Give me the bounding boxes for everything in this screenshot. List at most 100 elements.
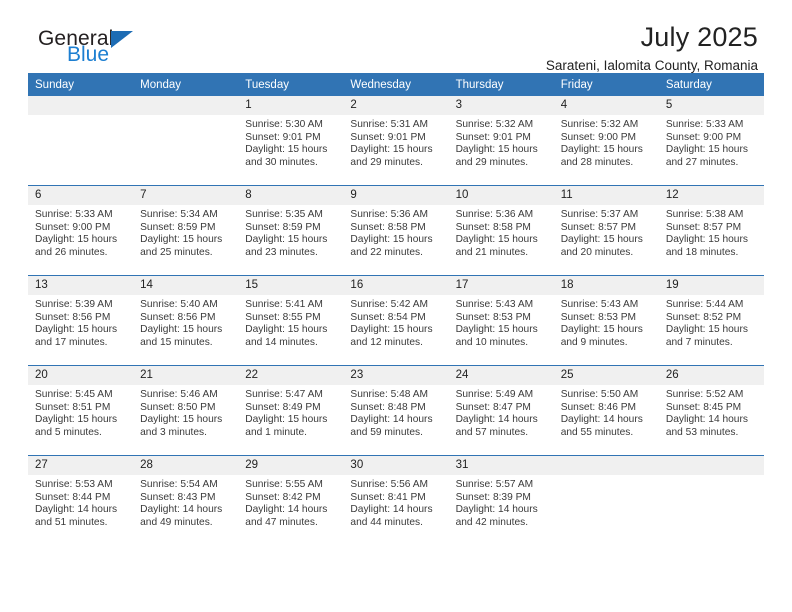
calendar-day-cell[interactable]: 12 Sunrise: 5:38 AM Sunset: 8:57 PM Dayligh… — [658, 186, 764, 276]
daylight-text-line2: and 42 minutes. — [455, 516, 529, 528]
daylight-text-line2: and 53 minutes. — [665, 426, 739, 438]
calendar-day-cell[interactable]: 15 Sunrise: 5:41 AM Sunset: 8:55 PM Dayligh… — [238, 276, 344, 366]
day-number: 30 — [343, 456, 449, 475]
day-number: 1 — [238, 96, 344, 115]
daylight-text-line2: and 1 minute. — [245, 426, 308, 438]
sunrise-text: Sunrise: 5:54 AM — [140, 479, 218, 490]
calendar-day-cell[interactable]: 2 Sunrise: 5:31 AM Sunset: 9:01 PM Daylight… — [343, 96, 449, 186]
calendar-day-cell[interactable]: 22 Sunrise: 5:47 AM Sunset: 8:49 PM Dayligh… — [238, 366, 344, 456]
weekday-header-tuesday: Tuesday — [238, 73, 344, 96]
daylight-text-line1: Daylight: 15 hours — [665, 144, 748, 156]
calendar-day-cell[interactable]: 6 Sunrise: 5:33 AM Sunset: 9:00 PM Daylight… — [28, 186, 134, 276]
calendar-header-row: Sunday Monday Tuesday Wednesday Thursday… — [28, 73, 764, 96]
day-sun-info: Sunrise: 5:50 AM Sunset: 8:46 PM Daylight:… — [554, 385, 659, 439]
daylight-text-line1: Daylight: 14 hours — [455, 414, 538, 426]
daylight-text-line2: and 9 minutes. — [560, 336, 628, 348]
day-cell-content: 9 Sunrise: 5:36 AM Sunset: 8:58 PM Daylight… — [343, 186, 449, 275]
sunrise-text: Sunrise: 5:43 AM — [560, 299, 639, 310]
calendar-day-cell[interactable]: 3 Sunrise: 5:32 AM Sunset: 9:01 PM Daylight… — [448, 96, 554, 186]
day-sun-info: Sunrise: 5:46 AM Sunset: 8:50 PM Daylight:… — [133, 385, 238, 439]
daylight-text-line2: and 59 minutes. — [350, 426, 423, 438]
daylight-text-line2: and 15 minutes. — [140, 336, 213, 348]
sunrise-text: Sunrise: 5:38 AM — [665, 209, 744, 220]
calendar-day-cell[interactable]: 20 Sunrise: 5:45 AM Sunset: 8:51 PM Dayligh… — [28, 366, 134, 456]
sunrise-text: Sunrise: 5:32 AM — [560, 119, 639, 130]
calendar-day-cell[interactable]: 21 Sunrise: 5:46 AM Sunset: 8:50 PM Dayligh… — [133, 366, 239, 456]
calendar-day-cell[interactable]: 27 Sunrise: 5:53 AM Sunset: 8:44 PM Dayligh… — [28, 456, 134, 546]
calendar-day-cell[interactable]: 31 Sunrise: 5:57 AM Sunset: 8:39 PM Dayligh… — [448, 456, 554, 546]
day-sun-info: Sunrise: 5:36 AM Sunset: 8:58 PM Daylight:… — [343, 205, 448, 259]
day-number: 8 — [238, 186, 344, 205]
sunrise-text: Sunrise: 5:50 AM — [560, 389, 639, 400]
calendar-day-cell[interactable]: 17 Sunrise: 5:43 AM Sunset: 8:53 PM Dayligh… — [448, 276, 554, 366]
calendar-day-cell[interactable]: 11 Sunrise: 5:37 AM Sunset: 8:57 PM Dayligh… — [553, 186, 659, 276]
day-cell-content: 12 Sunrise: 5:38 AM Sunset: 8:57 PM Dayligh… — [658, 186, 764, 275]
day-number: 2 — [343, 96, 449, 115]
calendar-day-cell[interactable]: 16 Sunrise: 5:42 AM Sunset: 8:54 PM Dayligh… — [343, 276, 449, 366]
daylight-text-line1: Daylight: 14 hours — [350, 414, 433, 426]
daylight-text-line1: Daylight: 15 hours — [560, 144, 643, 156]
day-sun-info: Sunrise: 5:37 AM Sunset: 8:57 PM Daylight:… — [554, 205, 659, 259]
day-cell-content: 15 Sunrise: 5:41 AM Sunset: 8:55 PM Dayligh… — [238, 276, 344, 365]
sunset-text: Sunset: 8:48 PM — [350, 401, 426, 413]
calendar-day-cell[interactable]: 7 Sunrise: 5:34 AM Sunset: 8:59 PM Daylight… — [133, 186, 239, 276]
calendar-day-cell[interactable]: 1 Sunrise: 5:30 AM Sunset: 9:01 PM Daylight… — [238, 96, 344, 186]
day-cell-content — [28, 96, 134, 185]
day-cell-content: 2 Sunrise: 5:31 AM Sunset: 9:01 PM Daylight… — [343, 96, 449, 185]
sunset-text: Sunset: 8:57 PM — [665, 221, 742, 233]
calendar-day-cell[interactable]: 18 Sunrise: 5:43 AM Sunset: 8:53 PM Dayligh… — [553, 276, 659, 366]
day-sun-info: Sunrise: 5:43 AM Sunset: 8:53 PM Daylight:… — [449, 295, 554, 349]
calendar-day-cell[interactable]: 19 Sunrise: 5:44 AM Sunset: 8:52 PM Dayligh… — [658, 276, 764, 366]
calendar-day-cell[interactable]: 13 Sunrise: 5:39 AM Sunset: 8:56 PM Dayligh… — [28, 276, 134, 366]
sunset-text: Sunset: 8:49 PM — [245, 401, 321, 413]
sunrise-text: Sunrise: 5:53 AM — [35, 479, 113, 490]
calendar-day-cell[interactable]: 24 Sunrise: 5:49 AM Sunset: 8:47 PM Dayligh… — [448, 366, 554, 456]
day-cell-content: 30 Sunrise: 5:56 AM Sunset: 8:41 PM Dayligh… — [343, 456, 449, 545]
day-number — [658, 456, 764, 475]
daylight-text-line1: Daylight: 14 hours — [35, 504, 118, 516]
calendar-day-cell[interactable]: 10 Sunrise: 5:36 AM Sunset: 8:58 PM Dayligh… — [448, 186, 554, 276]
calendar-day-cell[interactable] — [658, 456, 764, 546]
day-cell-content: 17 Sunrise: 5:43 AM Sunset: 8:53 PM Dayligh… — [448, 276, 554, 365]
sunset-text: Sunset: 8:58 PM — [350, 221, 426, 233]
calendar-day-cell[interactable]: 26 Sunrise: 5:52 AM Sunset: 8:45 PM Dayligh… — [658, 366, 764, 456]
calendar-day-cell[interactable]: 23 Sunrise: 5:48 AM Sunset: 8:48 PM Dayligh… — [343, 366, 449, 456]
day-number: 11 — [553, 186, 659, 205]
sunrise-text: Sunrise: 5:34 AM — [140, 209, 218, 220]
daylight-text-line1: Daylight: 15 hours — [560, 324, 643, 336]
sunrise-text: Sunrise: 5:35 AM — [245, 209, 323, 220]
calendar-day-cell[interactable]: 4 Sunrise: 5:32 AM Sunset: 9:00 PM Daylight… — [553, 96, 659, 186]
calendar-day-cell[interactable]: 30 Sunrise: 5:56 AM Sunset: 8:41 PM Dayligh… — [343, 456, 449, 546]
day-sun-info: Sunrise: 5:56 AM Sunset: 8:41 PM Daylight:… — [343, 475, 448, 529]
calendar-week-row: 20 Sunrise: 5:45 AM Sunset: 8:51 PM Dayligh… — [28, 365, 764, 456]
calendar-day-cell[interactable] — [553, 456, 659, 546]
calendar-day-cell[interactable]: 29 Sunrise: 5:55 AM Sunset: 8:42 PM Dayligh… — [238, 456, 344, 546]
calendar-week-row: 6 Sunrise: 5:33 AM Sunset: 9:00 PM Daylight… — [28, 185, 764, 276]
sunset-text: Sunset: 8:53 PM — [455, 311, 531, 323]
day-cell-content: 23 Sunrise: 5:48 AM Sunset: 8:48 PM Dayligh… — [343, 366, 449, 455]
day-number: 19 — [658, 276, 764, 295]
calendar-day-cell[interactable] — [28, 96, 134, 186]
page-subtitle: Sarateni, Ialomita County, Romania — [545, 58, 758, 73]
calendar-day-cell[interactable]: 5 Sunrise: 5:33 AM Sunset: 9:00 PM Daylight… — [658, 96, 764, 186]
calendar-day-cell[interactable]: 25 Sunrise: 5:50 AM Sunset: 8:46 PM Dayligh… — [553, 366, 659, 456]
sunset-text: Sunset: 8:44 PM — [35, 491, 111, 503]
sunset-text: Sunset: 9:00 PM — [665, 131, 742, 143]
daylight-text-line2: and 30 minutes. — [245, 156, 318, 168]
weekday-header-wednesday: Wednesday — [343, 73, 449, 96]
sunrise-text: Sunrise: 5:33 AM — [665, 119, 744, 130]
calendar-day-cell[interactable]: 14 Sunrise: 5:40 AM Sunset: 8:56 PM Dayligh… — [133, 276, 239, 366]
calendar-day-cell[interactable]: 28 Sunrise: 5:54 AM Sunset: 8:43 PM Dayligh… — [133, 456, 239, 546]
calendar-day-cell[interactable] — [133, 96, 239, 186]
calendar-page: General Blue July 2025 Sarateni, Ialomit… — [0, 0, 792, 612]
daylight-text-line1: Daylight: 15 hours — [245, 414, 328, 426]
calendar-day-cell[interactable]: 9 Sunrise: 5:36 AM Sunset: 8:58 PM Daylight… — [343, 186, 449, 276]
daylight-text-line1: Daylight: 15 hours — [35, 234, 118, 246]
day-sun-info: Sunrise: 5:49 AM Sunset: 8:47 PM Daylight:… — [449, 385, 554, 439]
day-cell-content — [658, 456, 764, 545]
calendar-day-cell[interactable]: 8 Sunrise: 5:35 AM Sunset: 8:59 PM Daylight… — [238, 186, 344, 276]
calendar-week-row: 13 Sunrise: 5:39 AM Sunset: 8:56 PM Dayligh… — [28, 275, 764, 366]
day-cell-content: 4 Sunrise: 5:32 AM Sunset: 9:00 PM Daylight… — [553, 96, 659, 185]
sunset-text: Sunset: 8:57 PM — [560, 221, 637, 233]
sunrise-text: Sunrise: 5:43 AM — [455, 299, 534, 310]
